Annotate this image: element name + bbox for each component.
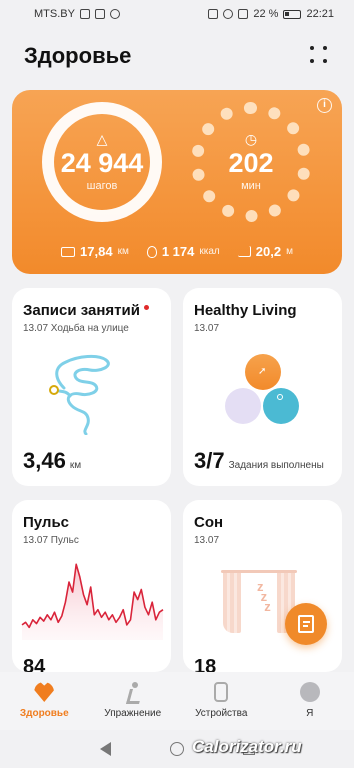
dot-icon [310,59,314,63]
steps-value: 24 944 [60,148,144,178]
add-record-button[interactable] [285,603,327,645]
activity-stats: 17,84 км 1 174 ккал 20,2 м [12,244,342,259]
pulse-card[interactable]: Пульс 13.07 Пульс 84 [12,500,171,672]
distance-value: 17,84 [80,244,113,259]
check-icon [109,9,120,19]
instagram-icon [94,9,105,19]
bluetooth-icon [238,9,249,19]
nav-devices-label: Устройства [195,708,248,719]
running-icon [126,682,140,702]
relax-circle [225,388,261,424]
steps-unit: шагов [86,180,118,192]
watermark: Calorizator.ru [192,737,302,756]
pulse-value: 84 [23,656,46,672]
running-icon: ➚ [258,366,267,377]
page-header: Здоровье [0,38,354,74]
battery-icon [283,9,302,19]
carrier-label: MTS.BY [34,8,75,20]
battery-percent: 22 % [253,8,279,20]
calories-value: 1 174 [161,244,195,259]
note-edit-icon [298,615,314,633]
nav-me-label: Я [306,708,314,719]
stairs-icon [237,246,251,257]
sleep-title: Сон [194,514,224,531]
tasks-completed-caption: Задания выполнены [228,460,324,471]
back-icon[interactable] [99,742,111,756]
heart-icon [34,682,55,702]
dot-icon [323,46,327,50]
nav-exercise[interactable]: Упражнение [89,672,178,730]
sleep-card[interactable]: Сон 13.07 z z z 18 [183,500,342,672]
nav-me[interactable]: Я [266,672,354,730]
minutes-value: 202 [228,148,274,178]
workouts-title-text: Записи занятий [23,302,140,319]
distance-unit: км [117,246,129,257]
nav-devices[interactable]: Устройства [177,672,266,730]
shoe-icon: △ [96,131,108,147]
more-menu-button[interactable] [310,46,330,66]
workouts-date: 13.07 Ходьба на улице [23,323,129,334]
nav-exercise-label: Упражнение [104,708,162,719]
ruler-icon [61,246,76,257]
calories-unit: ккал [199,246,220,257]
activity-card[interactable]: i △ 24 944 шагов ◷ 202 мин 17,84 км 1 17… [12,90,342,274]
bottom-navigation: Здоровье Упражнение Устройства Я [0,672,354,730]
status-bar: MTS.BY 22 % 22:21 [0,0,354,28]
pulse-title: Пульс [23,514,70,531]
distance-stat: 17,84 км [61,244,129,259]
curtain-left [223,573,241,633]
calories-stat: 1 174 ккал [146,244,220,259]
smile-icon [277,394,283,400]
healthy-living-summary: 3/7 Задания выполнены [194,448,324,474]
healthy-living-graphic: ➚ [223,354,303,434]
notification-icon [79,9,90,19]
watch-icon [214,682,229,702]
healthy-living-title: Healthy Living [194,302,297,319]
profile-icon [299,682,320,702]
minutes-unit: мин [241,180,261,192]
route-map [49,354,110,435]
healthy-living-card[interactable]: Healthy Living 13.07 ➚ 3/7 Задания выпол… [183,288,342,486]
workouts-card[interactable]: Записи занятий 13.07 Ходьба на улице 3,4… [12,288,171,486]
sleep-zzz-icon: z z z [257,579,271,614]
workouts-distance: 3,46 [23,448,66,473]
minutes-ring: ◷ 202 мин [191,102,311,222]
workouts-summary: 3,46 км [23,448,81,474]
floors-stat: 20,2 м [237,244,293,259]
sleep-value: 18 [194,656,217,672]
nfc-icon [208,9,219,19]
new-badge-dot [143,305,149,310]
flame-icon [146,245,157,258]
workouts-title: Записи занятий [23,302,149,319]
info-icon[interactable]: i [317,98,332,113]
workouts-unit: км [69,460,82,471]
dot-icon [323,59,327,63]
alarm-icon [223,9,234,19]
steps-ring: △ 24 944 шагов [42,102,162,222]
home-icon[interactable] [169,742,184,756]
dot-icon [310,46,314,50]
healthy-living-date: 13.07 [194,323,220,334]
page-title: Здоровье [24,43,132,68]
floors-unit: м [286,246,293,257]
pulse-chart [21,563,164,640]
nav-health-label: Здоровье [19,708,69,719]
clock: 22:21 [306,8,334,20]
sleep-date: 13.07 [194,535,220,546]
stopwatch-icon: ◷ [244,131,258,147]
nav-health[interactable]: Здоровье [0,672,89,730]
floors-value: 20,2 [255,244,282,259]
tasks-completed-value: 3/7 [194,448,225,473]
pulse-date: 13.07 Пульс [23,535,79,546]
